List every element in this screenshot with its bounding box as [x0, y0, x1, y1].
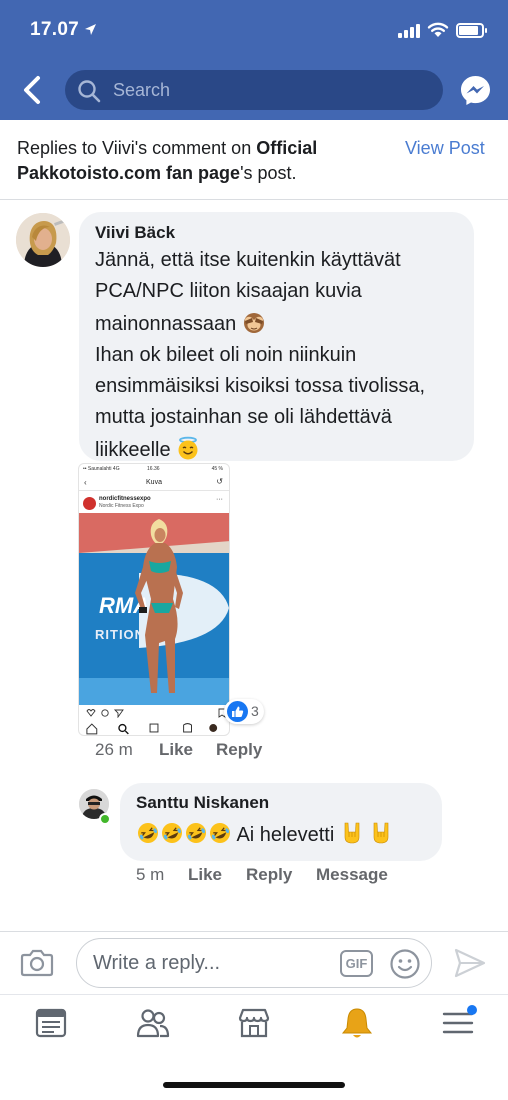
- battery-icon: [456, 23, 487, 38]
- attached-action-icons: [86, 708, 226, 718]
- send-icon[interactable]: [453, 946, 487, 980]
- news-feed-icon[interactable]: [34, 1006, 68, 1040]
- replies-suffix: 's post: [240, 163, 292, 183]
- comment-text: Ai helevetti: [136, 820, 393, 850]
- comment-time: 26 m: [95, 740, 133, 759]
- comment-line: Ihan ok bileet oli noin niinkuin: [95, 344, 357, 366]
- reaction-summary[interactable]: 3: [224, 699, 264, 724]
- home-indicator[interactable]: [163, 1082, 345, 1088]
- reply-button[interactable]: Reply: [216, 740, 262, 760]
- search-icon: [78, 80, 101, 103]
- comment-author[interactable]: Santtu Niskanen: [136, 793, 269, 813]
- replies-header: Replies to Viivi's comment on Official Pa…: [17, 136, 397, 186]
- attached-nav-title: Kuva: [146, 479, 162, 486]
- signal-icon: [398, 24, 422, 38]
- attached-username: nordicfitnessexpo: [99, 496, 151, 502]
- camera-icon[interactable]: [20, 947, 54, 977]
- top-bar: 17.07 Search: [0, 0, 508, 120]
- rolling-on-the-floor-laughing-icon: [186, 823, 206, 843]
- fitness-photo: RMA RITION: [79, 513, 229, 705]
- gif-button[interactable]: GIF: [340, 950, 373, 977]
- comment-line: mutta jostainhan se oli lähdettävä: [95, 406, 392, 428]
- more-icon: ···: [216, 496, 223, 503]
- attached-time: 16.36: [147, 466, 160, 472]
- page-name-part-1[interactable]: Official: [256, 138, 317, 158]
- avatar[interactable]: [16, 213, 70, 267]
- like-button[interactable]: Like: [188, 865, 222, 885]
- search-placeholder: Search: [113, 80, 171, 100]
- replies-period: .: [291, 163, 297, 183]
- divider: [0, 994, 508, 995]
- comment-line: Ai helevetti: [236, 824, 335, 846]
- location-arrow-icon: [85, 24, 96, 35]
- comment-line: PCA/NPC liiton kisaajan kuvia: [95, 280, 362, 302]
- comment-line: liikkeelle: [95, 439, 171, 461]
- messenger-icon[interactable]: [459, 74, 492, 107]
- comment-line: Jännä, että itse kuitenkin käyttävät: [95, 249, 401, 271]
- divider: [0, 199, 508, 200]
- like-button[interactable]: Like: [159, 740, 193, 760]
- see-no-evil-monkey-icon: [243, 313, 264, 333]
- message-button[interactable]: Message: [316, 865, 388, 885]
- refresh-icon: ↺: [216, 477, 223, 486]
- reply-input[interactable]: Write a reply... GIF: [76, 938, 432, 988]
- status-time: 17.07: [30, 19, 80, 40]
- attached-carrier: •• Saunalahti 4G: [83, 466, 120, 472]
- comment-line: mainonnassaan: [95, 313, 237, 335]
- marketplace-icon[interactable]: [237, 1006, 271, 1040]
- profile-logo: [83, 497, 96, 510]
- online-status-dot: [99, 813, 111, 825]
- view-post-link[interactable]: View Post: [405, 138, 485, 159]
- smiling-face-with-halo-icon: [178, 436, 198, 460]
- search-input[interactable]: Search: [65, 70, 443, 110]
- reply-placeholder: Write a reply...: [93, 952, 221, 974]
- sign-of-the-horns-icon: [374, 822, 389, 844]
- attached-tab-bar: [86, 723, 218, 735]
- attached-battery: 45 %: [211, 466, 223, 472]
- wifi-icon: [427, 22, 449, 37]
- menu-badge: [467, 1005, 477, 1015]
- attached-status-bar: •• Saunalahti 4G 16.36 45 %: [79, 464, 229, 474]
- sign-of-the-horns-icon: [344, 822, 360, 844]
- comment-author[interactable]: Viivi Bäck: [95, 223, 175, 243]
- replies-prefix: Replies to Viivi's comment on: [17, 138, 257, 158]
- back-button[interactable]: [18, 74, 46, 106]
- reaction-count: 3: [251, 703, 259, 719]
- attached-image[interactable]: •• Saunalahti 4G 16.36 45 % ‹ Kuva ↺ nor…: [78, 463, 230, 736]
- comment-text: Jännä, että itse kuitenkin käyttävät PCA…: [95, 245, 465, 466]
- friends-icon[interactable]: [136, 1006, 170, 1040]
- notifications-bell-icon[interactable]: [340, 1006, 374, 1040]
- rolling-on-the-floor-laughing-icon: [210, 823, 230, 843]
- banner-text-2: RITION: [95, 627, 145, 642]
- reply-button[interactable]: Reply: [246, 865, 292, 885]
- rolling-on-the-floor-laughing-icon: [162, 823, 182, 843]
- divider: [0, 931, 508, 932]
- page-name-part-2[interactable]: Pakkotoisto.com fan page: [17, 163, 240, 183]
- attached-location: Nordic Fitness Expo: [99, 503, 144, 509]
- like-reaction-icon: [227, 701, 248, 722]
- rolling-on-the-floor-laughing-icon: [138, 823, 158, 843]
- comment-line: ensimmäisiksi kisoiksi tossa tivolissa,: [95, 375, 426, 397]
- emoji-picker-icon[interactable]: [389, 948, 421, 980]
- comment-time: 5 m: [136, 865, 165, 884]
- attached-nav-bar: ‹ Kuva ↺: [79, 475, 229, 491]
